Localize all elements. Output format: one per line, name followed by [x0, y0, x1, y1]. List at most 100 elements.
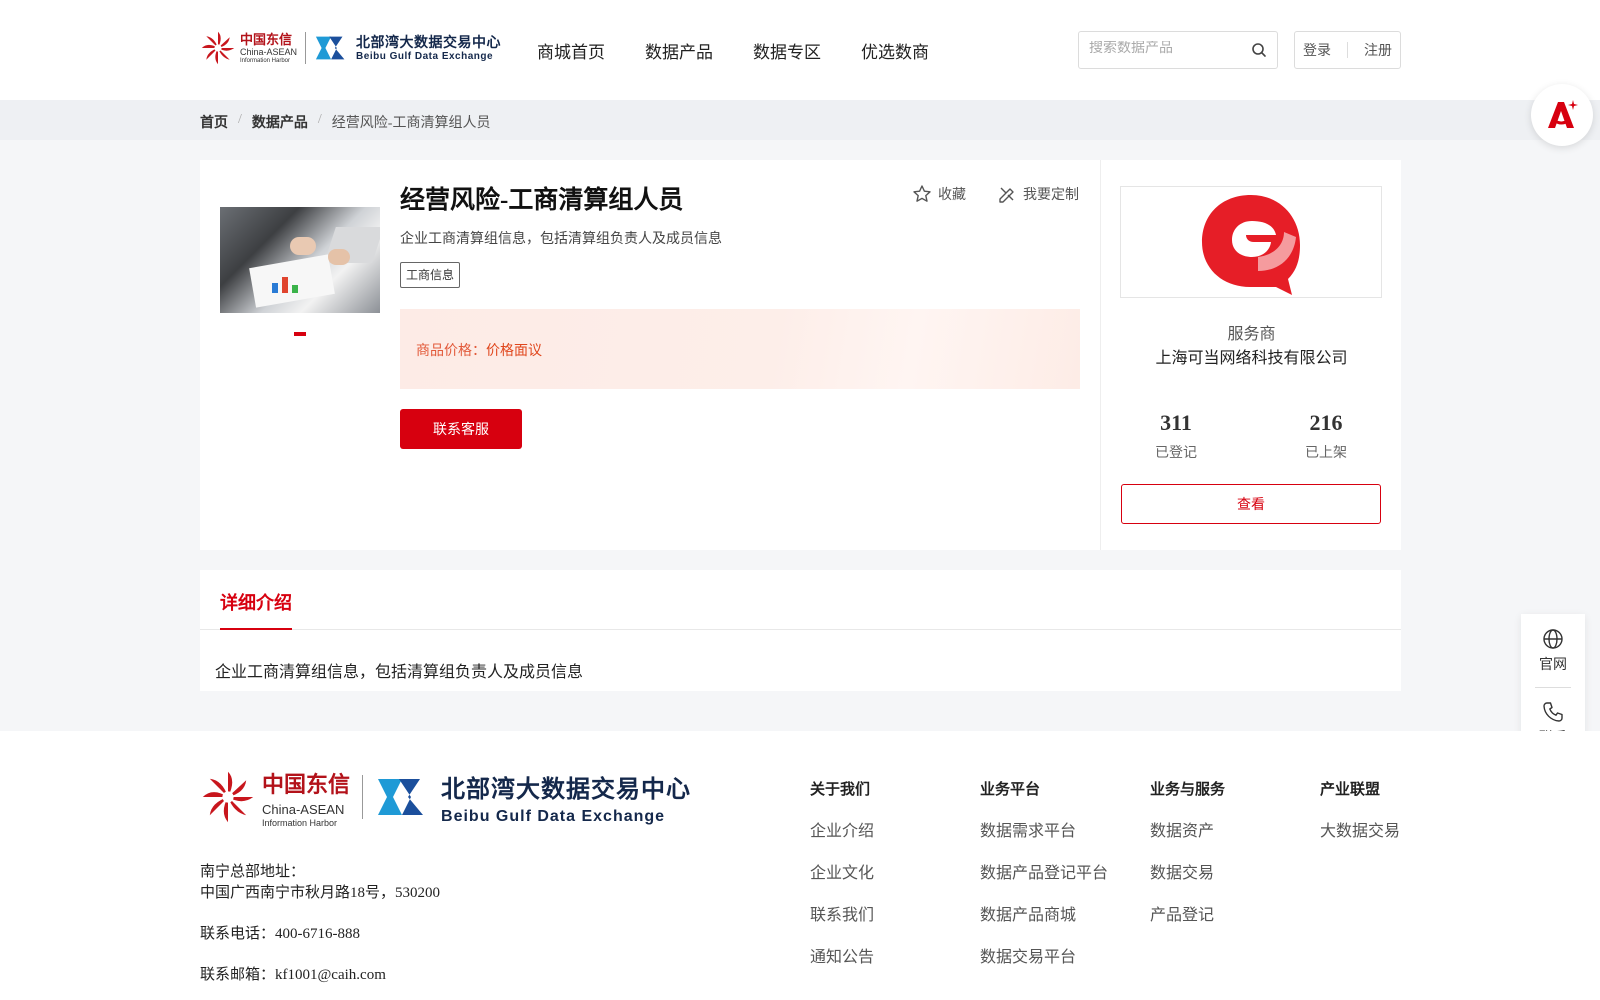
footer-col-title: 关于我们 — [810, 782, 871, 798]
footer-logo-cn-line3: Information Harbor — [262, 817, 338, 828]
footer-col-services: 业务与服务 数据资产 数据交易 产品登记 — [1150, 778, 1225, 943]
provider-label: 服务商 — [1227, 326, 1276, 343]
auth-box: 登录 注册 — [1294, 31, 1401, 69]
stat-registered-label: 已登记 — [1155, 446, 1197, 461]
logo-bb-line1: 北部湾大数据交易中心 — [356, 33, 502, 50]
detail-tabbar: 详细介绍 — [200, 570, 1401, 630]
nav-home[interactable]: 商城首页 — [537, 38, 605, 63]
footer-logo-bb-line2: Beibu Gulf Data Exchange — [441, 807, 666, 825]
auth-divider — [1347, 42, 1348, 58]
footer-address-label: 南宁总部地址： — [200, 864, 306, 880]
contact-support-button[interactable]: 联系客服 — [400, 409, 522, 449]
tab-active-indicator — [220, 628, 292, 630]
footer-link[interactable]: 产品登记 — [1150, 901, 1225, 925]
footer-link[interactable]: 数据需求平台 — [980, 817, 1108, 841]
site-logo[interactable]: 中国东信 China-ASEAN Information Harbor 北部湾大… — [200, 28, 501, 68]
footer-beibu-gulf-logo-icon — [378, 779, 424, 815]
footer-logo-bb-line1: 北部湾大数据交易中心 — [441, 775, 692, 803]
stat-registered-value: 311 — [1160, 410, 1192, 435]
footer-link[interactable]: 数据产品商城 — [980, 901, 1108, 925]
star-icon — [913, 185, 931, 202]
favorite-button[interactable]: 收藏 — [912, 184, 966, 204]
nav-data-zone[interactable]: 数据专区 — [753, 38, 821, 63]
ai-assistant-icon — [1548, 100, 1578, 128]
search-icon[interactable] — [1251, 42, 1267, 58]
footer-col-title: 业务平台 — [980, 782, 1041, 798]
footer-link[interactable]: 数据产品登记平台 — [980, 859, 1108, 883]
detail-content: 企业工商清算组信息，包括清算组负责人及成员信息 — [215, 664, 584, 681]
footer-link[interactable]: 通知公告 — [810, 943, 874, 967]
price-panel: 商品价格：价格面议 — [400, 309, 1080, 389]
breadcrumb-separator: / — [317, 112, 322, 127]
logo-cn-line1: 中国东信 — [240, 31, 293, 47]
breadcrumb-home[interactable]: 首页 — [200, 112, 228, 132]
globe-icon — [1543, 629, 1563, 649]
provider-card: 服务商 上海可当网络科技有限公司 311 已登记 216 已上架 查看 — [1100, 160, 1401, 550]
footer-link[interactable]: 数据交易平台 — [980, 943, 1108, 967]
view-provider-button[interactable]: 查看 — [1121, 484, 1381, 524]
detail-section: 详细介绍 企业工商清算组信息，包括清算组负责人及成员信息 — [200, 570, 1401, 691]
float-divider — [1535, 687, 1571, 688]
customize-button[interactable]: 我要定制 — [997, 184, 1079, 204]
footer-link[interactable]: 企业介绍 — [810, 817, 874, 841]
footer-col-alliance: 产业联盟 大数据交易 — [1320, 778, 1400, 859]
search-box — [1078, 31, 1278, 69]
footer-phone: 联系电话：400-6716-888 — [200, 926, 360, 942]
provider-name: 上海可当网络科技有限公司 — [1155, 350, 1348, 367]
footer-link[interactable]: 联系我们 — [810, 901, 874, 925]
footer-address-value: 中国广西南宁市秋月路18号，530200 — [200, 885, 441, 901]
product-description: 企业工商清算组信息，包括清算组负责人及成员信息 — [400, 232, 722, 247]
main-nav: 商城首页 数据产品 数据专区 优选数商 — [537, 38, 929, 63]
breadcrumb: 首页 / 数据产品 / 经营风险-工商清算组人员 — [0, 100, 1600, 140]
footer-col-title: 业务与服务 — [1150, 782, 1226, 798]
beibu-gulf-logo-icon — [315, 36, 345, 60]
price-value: 价格面议 — [486, 344, 542, 359]
footer-logo-cn-line2: China-ASEAN — [262, 801, 345, 817]
favorite-label: 收藏 — [938, 188, 966, 203]
breadcrumb-current: 经营风险-工商清算组人员 — [331, 116, 491, 131]
register-link[interactable]: 注册 — [1364, 40, 1392, 60]
site-footer: 中国东信 China-ASEAN Information Harbor 北部湾大… — [0, 731, 1600, 1000]
footer-link[interactable]: 数据资产 — [1150, 817, 1225, 841]
stat-listed: 216 已上架 — [1276, 410, 1376, 462]
footer-logo-divider — [362, 775, 364, 819]
footer-email: 联系邮箱：kf1001@caih.com — [200, 967, 386, 983]
category-tag: 工商信息 — [400, 262, 461, 288]
login-link[interactable]: 登录 — [1303, 40, 1331, 60]
footer-col-platform: 业务平台 数据需求平台 数据产品登记平台 数据产品商城 数据交易平台 — [980, 778, 1108, 985]
footer-link[interactable]: 数据交易 — [1150, 859, 1225, 883]
footer-link[interactable]: 大数据交易 — [1320, 817, 1400, 841]
footer-col-title: 产业联盟 — [1320, 782, 1381, 798]
nav-preferred-vendors[interactable]: 优选数商 — [861, 38, 929, 63]
logo-bb-line2: Beibu Gulf Data Exchange — [356, 50, 494, 62]
ai-assistant-button[interactable] — [1531, 84, 1593, 146]
stat-registered: 311 已登记 — [1126, 410, 1226, 462]
product-title: 经营风险-工商清算组人员 — [400, 187, 684, 214]
provider-logo-icon — [1202, 195, 1300, 295]
search-input[interactable] — [1089, 41, 1249, 57]
footer-logo[interactable]: 中国东信 China-ASEAN Information Harbor 北部湾大… — [200, 769, 692, 828]
nav-data-products[interactable]: 数据产品 — [645, 38, 713, 63]
footer-address: 南宁总部地址： 中国广西南宁市秋月路18号，530200 — [200, 862, 440, 904]
footer-link[interactable]: 企业文化 — [810, 859, 874, 883]
logo-cn-line3: Information Harbor — [240, 57, 291, 64]
stat-listed-value: 216 — [1309, 410, 1343, 435]
footer-logo-cn-line1: 中国东信 — [262, 771, 351, 797]
china-asean-logo-icon — [201, 31, 235, 65]
logo-divider — [305, 32, 307, 64]
phone-icon — [1543, 702, 1563, 722]
breadcrumb-category[interactable]: 数据产品 — [252, 112, 308, 132]
product-card: 经营风险-工商清算组人员 收藏 我要定制 企业工商清算组信息，包括清算组负责人及… — [200, 160, 1100, 550]
carousel-indicator[interactable] — [294, 332, 306, 336]
provider-logo[interactable] — [1120, 186, 1382, 298]
tab-detail[interactable]: 详细介绍 — [220, 589, 292, 615]
product-image[interactable] — [220, 207, 380, 313]
website-label: 官网 — [1539, 658, 1567, 673]
logo-cn-line2: China-ASEAN — [240, 46, 298, 57]
stat-listed-label: 已上架 — [1305, 446, 1347, 461]
price-label: 商品价格： — [416, 344, 486, 359]
customize-icon — [999, 187, 1014, 203]
website-button[interactable]: 官网 — [1521, 628, 1585, 674]
footer-col-about: 关于我们 企业介绍 企业文化 联系我们 通知公告 — [810, 778, 874, 985]
footer-china-asean-logo-icon — [202, 771, 254, 823]
